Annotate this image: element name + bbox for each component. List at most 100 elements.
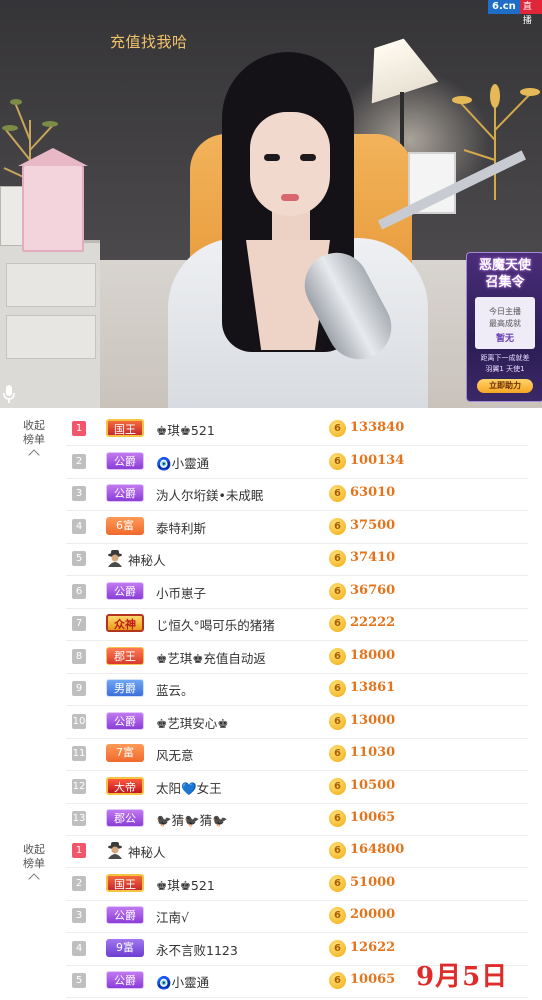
chevron-up-icon xyxy=(28,873,40,885)
stream-overlay-text: 充值找我哈 xyxy=(110,33,188,51)
contribution-score: 51000 xyxy=(350,874,396,890)
coin-icon: 6 xyxy=(329,517,346,535)
rank-number: 2 xyxy=(72,875,86,891)
contribution-score: 63010 xyxy=(350,485,396,500)
promo-card-value: 暂无 xyxy=(495,334,514,344)
coin-icon: 6 xyxy=(329,420,346,437)
ranking-row[interactable]: 9 男爵 蓝云。 6 13861 xyxy=(66,673,528,706)
rank-number: 11 xyxy=(72,746,86,761)
rank-number: 3 xyxy=(72,908,86,923)
eye xyxy=(264,154,280,161)
user-rank-badge: 9富 xyxy=(106,938,144,957)
ranking-row[interactable]: 2 公爵 🧿小靈通 6 100134 xyxy=(66,446,528,479)
ranking-row[interactable]: 4 6富 泰特利斯 6 37500 xyxy=(66,511,528,544)
coin-icon: 6 xyxy=(329,452,346,470)
promo-card-label: 今日主播 xyxy=(489,307,521,316)
site-watermark: 6.cn 直播 xyxy=(488,0,542,26)
user-name[interactable]: 江南√ xyxy=(156,907,189,926)
collapse-list-toggle[interactable]: 收起 榜单 xyxy=(14,843,54,885)
coin-icon: 6 xyxy=(329,810,346,827)
date-stamp: 9月5日 xyxy=(416,962,509,992)
ranking-row[interactable]: 2 国王 ♚琪♚521 6 51000 xyxy=(66,868,528,901)
user-rank-badge: 男爵 xyxy=(106,679,144,697)
user-rank-badge: 郡公 xyxy=(106,809,144,827)
rank-number: 4 xyxy=(72,518,86,534)
coin-icon: 6 xyxy=(329,874,346,892)
lips xyxy=(281,194,299,201)
user-name[interactable]: 沩人尔垳鎂•未成眠 xyxy=(156,485,263,504)
promo-subtitle: 召集令 xyxy=(485,275,525,290)
user-name[interactable]: 🧿小靈通 xyxy=(156,453,209,472)
book-decoration xyxy=(0,186,24,246)
rank-number: 12 xyxy=(72,778,86,794)
ranking-row[interactable]: 3 公爵 江南√ 6 20000 xyxy=(66,900,528,933)
contribution-score: 12622 xyxy=(350,939,396,955)
contribution-score: 133840 xyxy=(350,420,405,435)
site-logo: 6.cn xyxy=(488,0,520,14)
collapse-list-toggle[interactable]: 收起 榜单 xyxy=(14,419,54,461)
microphone-icon[interactable] xyxy=(2,384,16,404)
user-name[interactable]: ♚琪♚521 xyxy=(156,875,215,894)
carousel-dots[interactable] xyxy=(495,395,515,408)
ranking-row[interactable]: 6 公爵 小币崽子 6 36760 xyxy=(66,576,528,609)
user-name[interactable]: ♚艺琪♚充值自动返 xyxy=(156,648,266,667)
user-rank-badge: 公爵 xyxy=(106,906,144,924)
ranking-row[interactable]: 10 公爵 ♚艺琪安心♚ 6 13000 xyxy=(66,706,528,739)
live-video-player[interactable]: 6.cn 直播 充值找我哈 恶魔天使 召集令 今日主播 最高成就 暂无 距离下一… xyxy=(0,0,542,408)
ranking-row[interactable]: 5 神秘人 6 37410 xyxy=(66,543,528,576)
ranking-row[interactable]: 11 7富 风无意 6 11030 xyxy=(66,738,528,771)
user-name[interactable]: 风无意 xyxy=(156,745,194,764)
event-promo-panel[interactable]: 恶魔天使 召集令 今日主播 最高成就 暂无 距离下一成就差 羽翼1 天使1 立即… xyxy=(466,252,542,408)
contribution-score: 37410 xyxy=(350,550,396,565)
live-tag: 直播 xyxy=(519,0,542,26)
coin-icon: 6 xyxy=(329,712,346,730)
user-name[interactable]: 🧿小靈通 xyxy=(156,972,209,991)
promo-card-label: 最高成就 xyxy=(489,319,521,328)
rank-number: 6 xyxy=(72,583,86,599)
user-rank-badge: 公爵 xyxy=(106,711,144,730)
user-name[interactable]: 永不言败1123 xyxy=(156,940,238,959)
contribution-score: 10500 xyxy=(350,777,396,793)
coin-icon: 6 xyxy=(329,745,346,762)
contribution-score: 13000 xyxy=(350,712,396,728)
user-name[interactable]: ♚琪♚521 xyxy=(156,420,215,439)
coin-icon: 6 xyxy=(329,842,346,859)
user-name[interactable]: 🐦‍⬛猜🐦‍⬛猜🐦‍⬛ xyxy=(156,810,228,829)
user-name[interactable]: 神秘人 xyxy=(128,550,166,569)
user-rank-badge: 大帝 xyxy=(106,776,144,795)
coin-icon: 6 xyxy=(329,680,346,697)
user-name[interactable]: 神秘人 xyxy=(128,842,166,861)
user-name[interactable]: 小币崽子 xyxy=(156,583,206,602)
ranking-row[interactable]: 3 公爵 沩人尔垳鎂•未成眠 6 63010 xyxy=(66,478,528,511)
coin-icon: 6 xyxy=(329,907,346,924)
user-rank-badge: 国王 xyxy=(106,419,144,437)
streamer-face xyxy=(250,112,330,216)
rank-number: 5 xyxy=(72,551,86,566)
user-name[interactable]: ♚艺琪安心♚ xyxy=(156,713,228,732)
user-name[interactable]: 太阳💙女王 xyxy=(156,778,222,797)
ranking-row[interactable]: 1 国王 ♚琪♚521 6 133840 xyxy=(66,413,528,446)
contribution-score: 100134 xyxy=(350,452,405,468)
ranking-row[interactable]: 7 众神 じ恒久°喝可乐的猪猪 6 22222 xyxy=(66,608,528,641)
ranking-row[interactable]: 1 神秘人 6 164800 xyxy=(66,835,528,868)
ranking-row[interactable]: 8 郡王 ♚艺琪♚充值自动返 6 18000 xyxy=(66,641,528,674)
coin-icon: 6 xyxy=(329,582,346,600)
support-now-button[interactable]: 立即助力 xyxy=(477,379,533,393)
contribution-score: 20000 xyxy=(350,907,396,922)
contribution-score: 22222 xyxy=(350,615,396,630)
promo-distance-text: 距离下一成就差 xyxy=(480,354,530,362)
user-rank-badge: 公爵 xyxy=(106,484,144,502)
user-rank-badge: 众神 xyxy=(106,614,144,632)
rank-number: 10 xyxy=(72,713,86,729)
rank-number: 2 xyxy=(72,453,86,469)
eye xyxy=(300,154,316,161)
ranking-row[interactable]: 13 郡公 🐦‍⬛猜🐦‍⬛猜🐦‍⬛ 6 10065 xyxy=(66,803,528,836)
user-name[interactable]: 蓝云。 xyxy=(156,680,194,699)
user-name[interactable]: 泰特利斯 xyxy=(156,518,206,537)
user-rank-badge: 公爵 xyxy=(106,971,144,989)
contribution-score: 36760 xyxy=(350,582,396,598)
ranking-row[interactable]: 12 大帝 太阳💙女王 6 10500 xyxy=(66,771,528,804)
contribution-score: 10065 xyxy=(350,972,396,987)
contribution-score: 11030 xyxy=(350,745,396,760)
user-name[interactable]: じ恒久°喝可乐的猪猪 xyxy=(156,615,275,634)
